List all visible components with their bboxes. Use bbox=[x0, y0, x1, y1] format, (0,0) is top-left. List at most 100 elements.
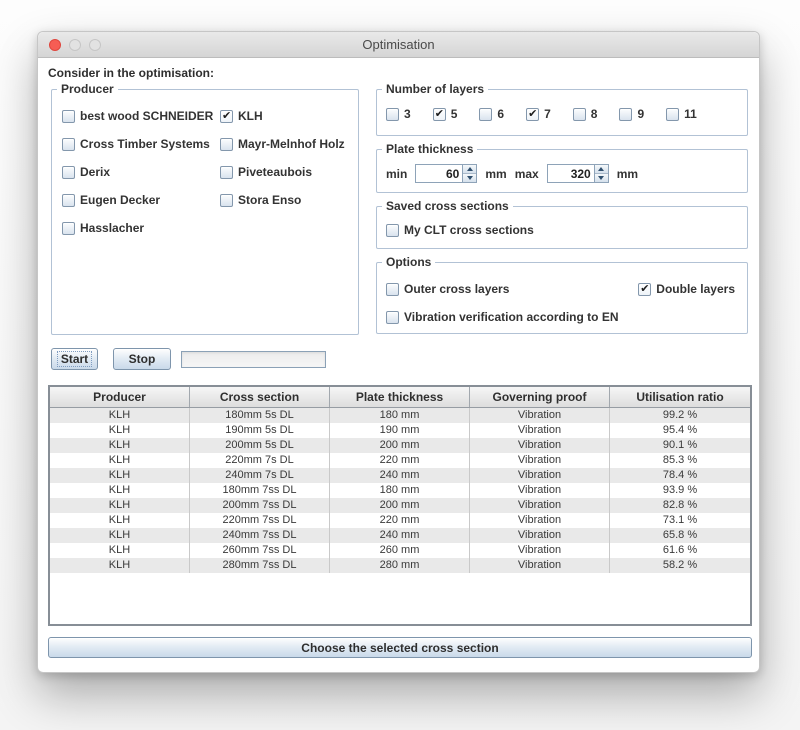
max-thickness-spin-buttons bbox=[594, 164, 609, 183]
table-row[interactable]: KLH 260mm 7ss DL 260 mm Vibration 61.6 % bbox=[50, 543, 750, 558]
table-row[interactable]: KLH 240mm 7ss DL 240 mm Vibration 65.8 % bbox=[50, 528, 750, 543]
cell-cross-section: 220mm 7s DL bbox=[190, 453, 330, 468]
checkbox-icon bbox=[619, 108, 632, 121]
layers-option-8[interactable]: 8 bbox=[573, 107, 598, 121]
checkbox-label: Stora Enso bbox=[238, 193, 301, 207]
checkbox-icon bbox=[220, 138, 233, 151]
producer-option-hasslacher[interactable]: Hasslacher bbox=[62, 221, 213, 235]
table-row[interactable]: KLH 240mm 7s DL 240 mm Vibration 78.4 % bbox=[50, 468, 750, 483]
layers-option-9[interactable]: 9 bbox=[619, 107, 644, 121]
checkbox-icon bbox=[386, 224, 399, 237]
layers-option-7[interactable]: 7 bbox=[526, 107, 551, 121]
checkbox-label: Vibration verification according to EN bbox=[404, 310, 618, 324]
layers-option-6[interactable]: 6 bbox=[479, 107, 504, 121]
producer-option-eugen-decker[interactable]: Eugen Decker bbox=[62, 193, 213, 207]
arrow-up-icon bbox=[467, 167, 473, 171]
producer-option-piveteaubois[interactable]: Piveteaubois bbox=[220, 165, 345, 179]
checkbox-label: Derix bbox=[80, 165, 110, 179]
producer-option-derix[interactable]: Derix bbox=[62, 165, 213, 179]
cell-governing-proof: Vibration bbox=[470, 453, 610, 468]
producer-option-mayr-melnhof-holz[interactable]: Mayr-Melnhof Holz bbox=[220, 137, 345, 151]
checkbox-icon bbox=[62, 222, 75, 235]
cell-producer: KLH bbox=[50, 483, 190, 498]
checkbox-icon bbox=[386, 108, 399, 121]
spin-up-button[interactable] bbox=[463, 165, 476, 173]
table-row[interactable]: KLH 280mm 7ss DL 280 mm Vibration 58.2 % bbox=[50, 558, 750, 573]
table-body: KLH 180mm 5s DL 180 mm Vibration 99.2 % … bbox=[50, 408, 750, 573]
checkbox-label: 5 bbox=[451, 107, 458, 121]
window-controls bbox=[49, 39, 101, 51]
start-button[interactable]: Start bbox=[51, 348, 98, 370]
zoom-button[interactable] bbox=[89, 39, 101, 51]
producer-option-best-wood-schneider[interactable]: best wood SCHNEIDER bbox=[62, 109, 213, 123]
checkbox-icon bbox=[666, 108, 679, 121]
checkbox-label: 7 bbox=[544, 107, 551, 121]
table-row[interactable]: KLH 200mm 7ss DL 200 mm Vibration 82.8 % bbox=[50, 498, 750, 513]
cell-utilisation-ratio: 73.1 % bbox=[610, 513, 750, 528]
minimize-button[interactable] bbox=[69, 39, 81, 51]
arrow-up-icon bbox=[598, 167, 604, 171]
producer-option-stora-enso[interactable]: Stora Enso bbox=[220, 193, 345, 207]
cell-producer: KLH bbox=[50, 423, 190, 438]
min-thickness-input[interactable] bbox=[415, 164, 462, 183]
progress-bar bbox=[181, 351, 326, 368]
checkbox-label: 11 bbox=[684, 107, 697, 121]
results-table: Producer Cross section Plate thickness G… bbox=[48, 385, 752, 626]
option-double-layers[interactable]: Double layers bbox=[638, 282, 735, 296]
checkbox-icon bbox=[573, 108, 586, 121]
table-row[interactable]: KLH 220mm 7s DL 220 mm Vibration 85.3 % bbox=[50, 453, 750, 468]
option-outer-cross-layers[interactable]: Outer cross layers bbox=[386, 282, 509, 296]
cell-utilisation-ratio: 78.4 % bbox=[610, 468, 750, 483]
producer-option-cross-timber-systems[interactable]: Cross Timber Systems bbox=[62, 137, 213, 151]
cell-cross-section: 240mm 7ss DL bbox=[190, 528, 330, 543]
table-row[interactable]: KLH 190mm 5s DL 190 mm Vibration 95.4 % bbox=[50, 423, 750, 438]
page-title: Consider in the optimisation: bbox=[48, 66, 214, 80]
choose-cross-section-button[interactable]: Choose the selected cross section bbox=[48, 637, 752, 658]
cell-cross-section: 200mm 5s DL bbox=[190, 438, 330, 453]
cell-producer: KLH bbox=[50, 468, 190, 483]
cell-governing-proof: Vibration bbox=[470, 468, 610, 483]
layers-option-5[interactable]: 5 bbox=[433, 107, 458, 121]
cell-governing-proof: Vibration bbox=[470, 408, 610, 423]
checkbox-icon bbox=[220, 194, 233, 207]
saved-option-my-clt-cross-sections[interactable]: My CLT cross sections bbox=[386, 223, 534, 237]
column-header-plate-thickness[interactable]: Plate thickness bbox=[330, 387, 470, 407]
saved-group: Saved cross sections My CLT cross sectio… bbox=[376, 206, 748, 249]
max-label: max bbox=[515, 167, 539, 181]
option-vibration-verification[interactable]: Vibration verification according to EN bbox=[386, 310, 618, 324]
cell-plate-thickness: 190 mm bbox=[330, 423, 470, 438]
checkbox-label: Mayr-Melnhof Holz bbox=[238, 137, 345, 151]
producer-option-klh[interactable]: KLH bbox=[220, 109, 345, 123]
cell-governing-proof: Vibration bbox=[470, 528, 610, 543]
cell-cross-section: 200mm 7ss DL bbox=[190, 498, 330, 513]
cell-utilisation-ratio: 58.2 % bbox=[610, 558, 750, 573]
options-group: Options Outer cross layers Double layers… bbox=[376, 262, 748, 334]
column-header-producer[interactable]: Producer bbox=[50, 387, 190, 407]
layers-option-11[interactable]: 11 bbox=[666, 107, 697, 121]
checkbox-label: Piveteaubois bbox=[238, 165, 312, 179]
checkbox-label: 9 bbox=[637, 107, 644, 121]
table-row[interactable]: KLH 220mm 7ss DL 220 mm Vibration 73.1 % bbox=[50, 513, 750, 528]
cell-governing-proof: Vibration bbox=[470, 558, 610, 573]
column-header-utilisation-ratio[interactable]: Utilisation ratio bbox=[610, 387, 750, 407]
cell-cross-section: 190mm 5s DL bbox=[190, 423, 330, 438]
spin-down-button[interactable] bbox=[463, 173, 476, 182]
cell-governing-proof: Vibration bbox=[470, 543, 610, 558]
cell-plate-thickness: 220 mm bbox=[330, 453, 470, 468]
close-button[interactable] bbox=[49, 39, 61, 51]
column-header-cross-section[interactable]: Cross section bbox=[190, 387, 330, 407]
checkbox-icon bbox=[386, 311, 399, 324]
table-row[interactable]: KLH 180mm 5s DL 180 mm Vibration 99.2 % bbox=[50, 408, 750, 423]
spin-down-button[interactable] bbox=[595, 173, 608, 182]
table-row[interactable]: KLH 180mm 7ss DL 180 mm Vibration 93.9 % bbox=[50, 483, 750, 498]
spin-up-button[interactable] bbox=[595, 165, 608, 173]
layers-option-3[interactable]: 3 bbox=[386, 107, 411, 121]
cell-plate-thickness: 240 mm bbox=[330, 468, 470, 483]
column-header-governing-proof[interactable]: Governing proof bbox=[470, 387, 610, 407]
stop-button[interactable]: Stop bbox=[113, 348, 171, 370]
cell-cross-section: 180mm 5s DL bbox=[190, 408, 330, 423]
max-thickness-input[interactable] bbox=[547, 164, 594, 183]
table-row[interactable]: KLH 200mm 5s DL 200 mm Vibration 90.1 % bbox=[50, 438, 750, 453]
cell-producer: KLH bbox=[50, 438, 190, 453]
stop-button-label: Stop bbox=[129, 352, 156, 366]
